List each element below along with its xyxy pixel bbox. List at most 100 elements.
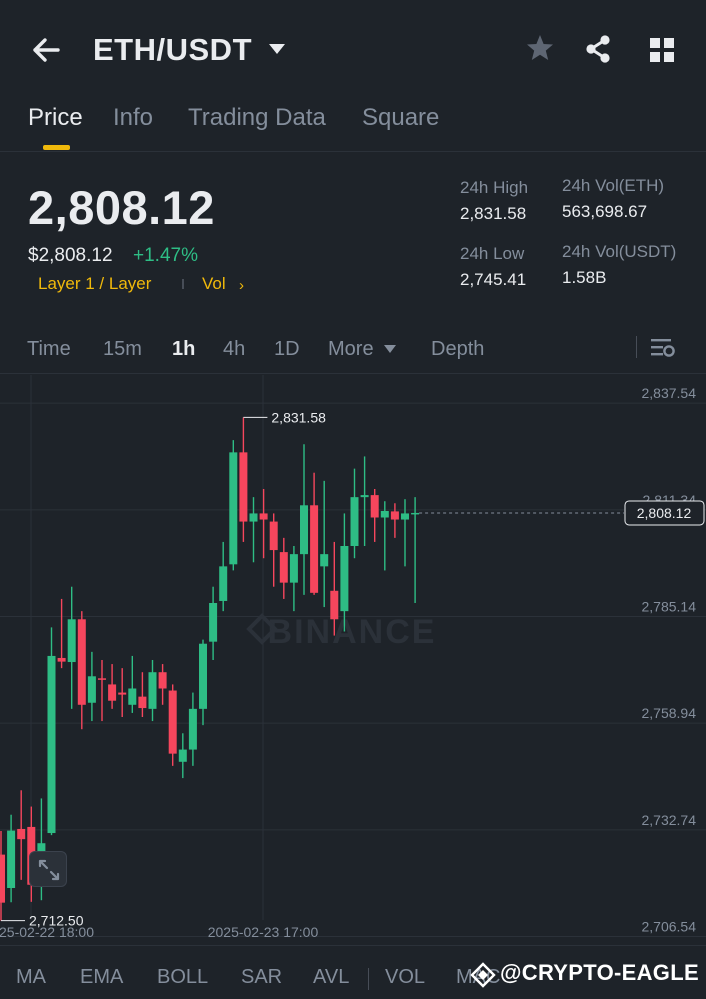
candle-body: [239, 452, 248, 522]
y-tick-label: 2,837.54: [642, 385, 697, 401]
candle-body: [401, 513, 409, 520]
candle-body: [128, 688, 137, 705]
candle-body: [330, 590, 339, 620]
vol-eth-value: 563,698.67: [562, 202, 648, 221]
candle-body: [168, 690, 177, 754]
category-tag[interactable]: Layer 1 / Layer: [38, 274, 151, 294]
caret-down-icon[interactable]: [383, 344, 397, 354]
candle-body: [340, 546, 349, 612]
top-tabs: Price Info Trading Data Square: [0, 100, 706, 152]
y-tick-label: 2,758.94: [642, 705, 697, 721]
candle-body: [390, 511, 399, 520]
overlay-watermark: @CRYPTO-EAGLE: [500, 960, 699, 985]
indicator-ma[interactable]: MA: [16, 966, 46, 989]
depth-tab[interactable]: Depth: [431, 338, 484, 361]
candle-body: [67, 619, 76, 663]
candle-body: [310, 505, 319, 593]
candle-body: [199, 643, 207, 709]
candle-body: [350, 497, 359, 546]
candle-body: [360, 495, 369, 498]
candle-body: [279, 552, 288, 583]
indicator-divider: [368, 968, 369, 990]
high-label: 24h High: [460, 178, 529, 197]
chart-settings-icon[interactable]: [648, 335, 676, 361]
candle-body: [259, 513, 268, 520]
tab-price[interactable]: Price: [28, 104, 83, 132]
candle-body: [320, 554, 329, 567]
indicator-vol[interactable]: VOL: [385, 966, 425, 989]
tab-square[interactable]: Square: [362, 104, 439, 132]
top-bar: ETH/USDT: [0, 0, 706, 100]
y-tick-label: 2,732.74: [642, 812, 697, 828]
tab-trading-data[interactable]: Trading Data: [188, 104, 326, 132]
candle-body: [219, 566, 228, 601]
vol-tag[interactable]: Vol: [202, 274, 226, 294]
active-tab-indicator: [43, 145, 70, 150]
candle-body: [108, 684, 117, 701]
candle-body: [209, 603, 218, 642]
candle-body: [269, 521, 278, 551]
share-icon[interactable]: [582, 32, 614, 66]
low-label: 24h Low: [460, 244, 525, 263]
indicator-boll[interactable]: BOLL: [157, 966, 208, 989]
eagle-logo-icon: [470, 962, 496, 988]
price-change-percent: +1.47%: [133, 245, 198, 266]
candle-body: [47, 655, 56, 834]
indicator-avl[interactable]: AVL: [313, 966, 349, 989]
tab-info[interactable]: Info: [113, 104, 153, 132]
candle-body: [7, 830, 16, 888]
candle-body: [300, 505, 308, 555]
interval-15m[interactable]: 15m: [103, 338, 142, 361]
vol-usdt-label: 24h Vol(USDT): [562, 242, 677, 261]
candle-body: [229, 452, 238, 565]
star-icon[interactable]: [524, 32, 556, 66]
indicator-ema[interactable]: EMA: [80, 966, 123, 989]
candle-body: [411, 512, 420, 515]
chart-canvas[interactable]: BINANCE 2,837.542,811.342,785.142,758.94…: [0, 375, 706, 945]
candle-body: [0, 854, 5, 903]
interval-divider: [636, 336, 637, 358]
candle-body: [289, 554, 298, 583]
caret-down-icon[interactable]: [266, 42, 288, 56]
vol-eth-label: 24h Vol(ETH): [562, 176, 665, 195]
high-value: 2,831.58: [460, 204, 527, 223]
candle-body: [17, 828, 26, 840]
candle-body: [158, 672, 167, 689]
candle-body: [249, 513, 258, 522]
last-price: 2,808.12: [28, 181, 215, 234]
interval-bar: Time 15m 1h 4h 1D More Depth: [0, 328, 706, 374]
tag-divider: [182, 279, 184, 289]
x-tick-label: 2025-02-22 18:00: [0, 924, 94, 940]
candlestick-chart[interactable]: BINANCE 2,837.54 2,811.34 2,785.14 2,758.94…: [0, 375, 706, 945]
y-tick-label: 2,785.14: [642, 599, 697, 615]
interval-1h[interactable]: 1h: [172, 338, 195, 361]
candle-body: [77, 619, 86, 705]
vol-usdt-value: 1.58B: [562, 268, 607, 287]
candle-body: [188, 708, 197, 750]
expand-icon: [38, 859, 60, 881]
candle-body: [148, 672, 157, 709]
candle-body: [178, 749, 187, 762]
candle-body: [118, 692, 127, 695]
indicator-sar[interactable]: SAR: [241, 966, 282, 989]
interval-4h[interactable]: 4h: [223, 338, 245, 361]
candle-body: [380, 510, 389, 518]
back-arrow-icon[interactable]: [28, 30, 64, 70]
candle-body: [57, 657, 66, 662]
low-value: 2,745.41: [460, 270, 527, 289]
candle-body: [87, 676, 96, 703]
candle-body: [98, 678, 106, 680]
usd-price: $2,808.12: [28, 245, 113, 266]
high-marker-label: 2,831.58: [271, 409, 326, 425]
y-tick-label: 2,706.54: [642, 919, 697, 935]
x-tick-label: 2025-02-23 17:00: [208, 924, 319, 940]
grid-icon[interactable]: [646, 34, 678, 66]
interval-time[interactable]: Time: [27, 338, 71, 361]
pair-title[interactable]: ETH/USDT: [93, 32, 252, 68]
candle-body: [138, 696, 147, 709]
interval-more[interactable]: More: [328, 338, 374, 361]
candle-body: [370, 495, 379, 518]
expand-button[interactable]: [29, 851, 67, 887]
interval-1d[interactable]: 1D: [274, 338, 300, 361]
chevron-right-icon[interactable]: ›: [239, 277, 244, 294]
